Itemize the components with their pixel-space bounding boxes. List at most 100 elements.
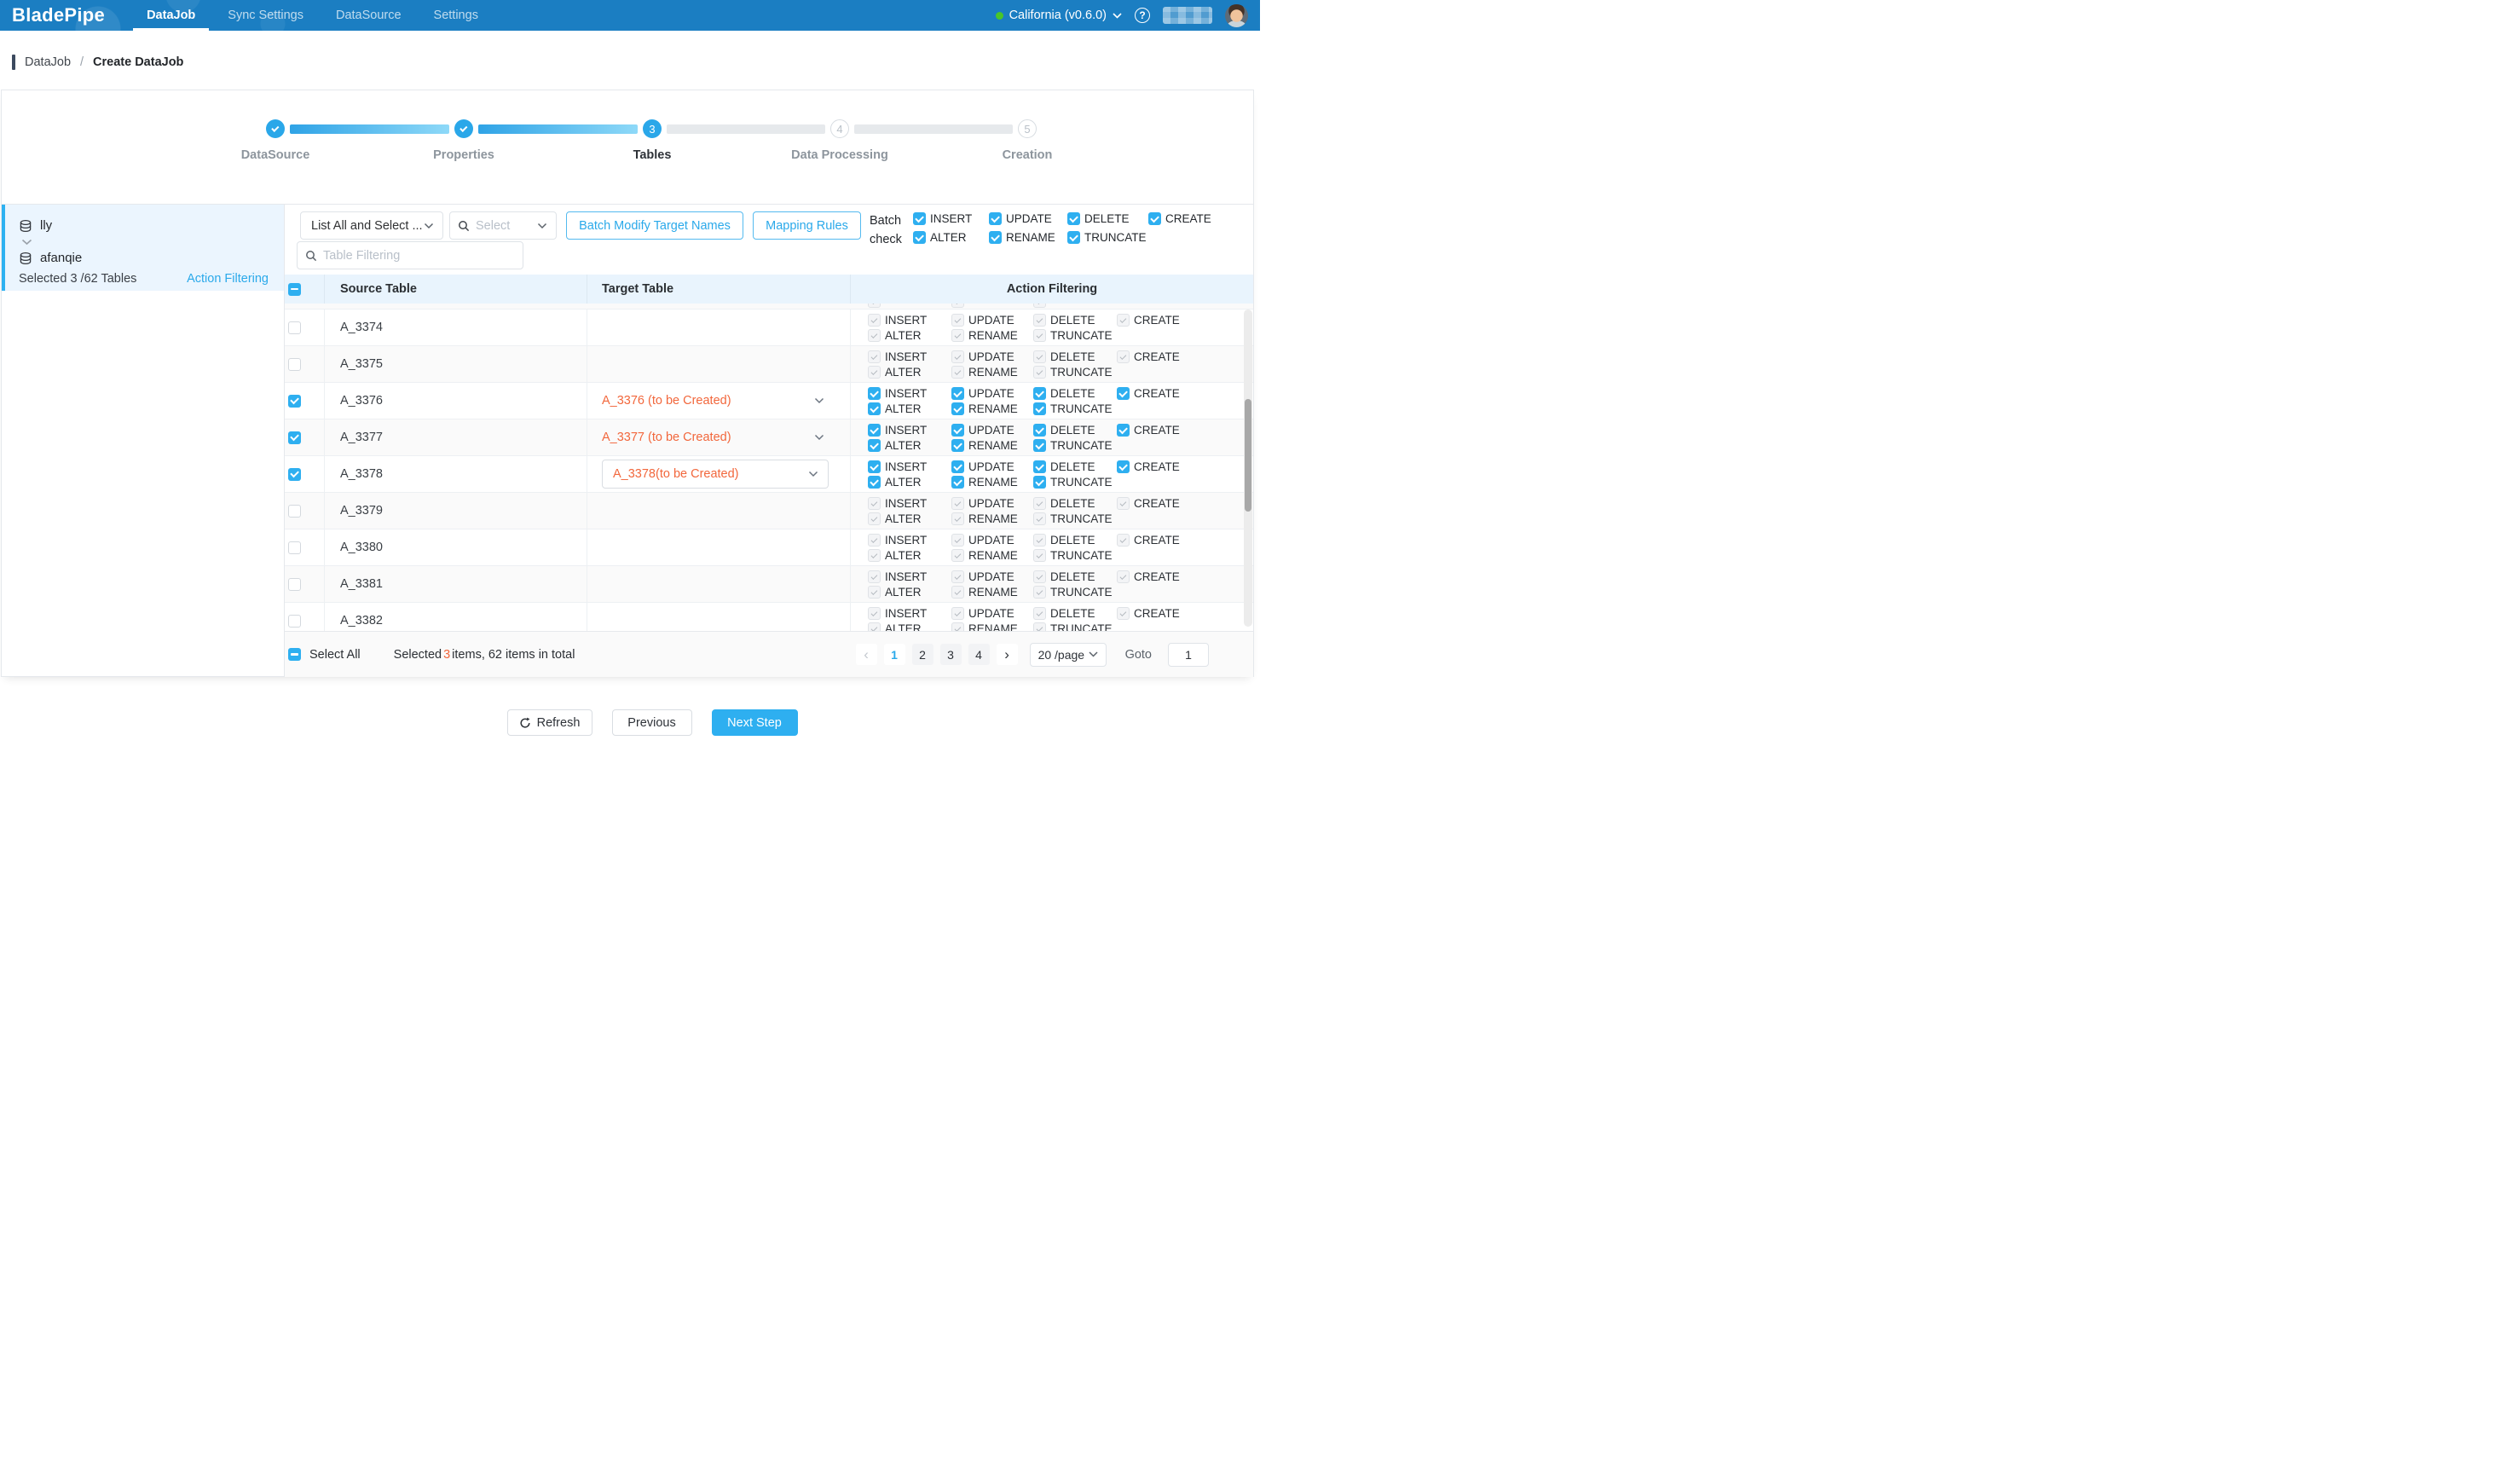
checkbox-checked[interactable] — [989, 212, 1002, 225]
target-table-value[interactable]: A_3376 (to be Created) — [602, 394, 838, 408]
next-step-button[interactable]: Next Step — [712, 709, 798, 736]
next-page-button[interactable]: › — [997, 644, 1018, 665]
row-action-update[interactable]: UPDATE — [951, 387, 1014, 400]
checkbox-unchecked[interactable] — [288, 541, 301, 554]
page-button-2[interactable]: 2 — [912, 644, 933, 665]
checkbox-checked[interactable] — [1148, 212, 1161, 225]
page-button-4[interactable]: 4 — [968, 644, 990, 665]
goto-page-input[interactable] — [1168, 643, 1209, 667]
breadcrumb-parent[interactable]: DataJob — [25, 55, 71, 69]
checkbox-checked[interactable] — [951, 387, 964, 400]
checkbox-checked[interactable] — [1117, 387, 1130, 400]
select-all-footer-checkbox[interactable] — [288, 648, 301, 661]
row-action-delete[interactable]: DELETE — [1033, 387, 1095, 400]
row-action-insert[interactable]: INSERT — [868, 460, 927, 473]
checkbox-checked[interactable] — [868, 460, 881, 473]
checkbox-checked[interactable] — [1033, 424, 1046, 437]
row-action-update[interactable]: UPDATE — [951, 424, 1014, 437]
nav-item-settings[interactable]: Settings — [431, 0, 481, 31]
select-all-header-checkbox[interactable] — [288, 283, 301, 296]
row-action-insert[interactable]: INSERT — [868, 387, 927, 400]
schema-pair-selected[interactable]: lly afanqie — [2, 205, 284, 291]
previous-button[interactable]: Previous — [612, 709, 692, 736]
row-action-rename[interactable]: RENAME — [951, 476, 1018, 489]
list-mode-select[interactable]: List All and Select ... — [300, 211, 443, 240]
row-action-insert[interactable]: INSERT — [868, 424, 927, 437]
row-action-truncate[interactable]: TRUNCATE — [1033, 402, 1113, 415]
checkbox-checked[interactable] — [288, 395, 301, 408]
batch-check-truncate[interactable]: TRUNCATE — [1067, 231, 1147, 244]
prev-page-button[interactable]: ‹ — [856, 644, 877, 665]
checkbox-checked[interactable] — [951, 424, 964, 437]
row-action-delete[interactable]: DELETE — [1033, 424, 1095, 437]
checkbox-checked[interactable] — [951, 476, 964, 489]
checkbox-checked[interactable] — [288, 431, 301, 444]
row-action-rename[interactable]: RENAME — [951, 439, 1018, 452]
checkbox-checked[interactable] — [951, 439, 964, 452]
checkbox-checked[interactable] — [1117, 460, 1130, 473]
checkbox-unchecked[interactable] — [288, 615, 301, 628]
checkbox-checked[interactable] — [913, 231, 926, 244]
brand-logo[interactable]: BladePipe — [12, 4, 105, 26]
table-scrollbar[interactable] — [1244, 309, 1252, 627]
row-action-delete[interactable]: DELETE — [1033, 460, 1095, 473]
batch-check-update[interactable]: UPDATE — [989, 212, 1052, 225]
action-filtering-link[interactable]: Action Filtering — [187, 272, 269, 286]
row-action-truncate[interactable]: TRUNCATE — [1033, 439, 1113, 452]
checkbox-unchecked[interactable] — [288, 505, 301, 518]
row-action-create[interactable]: CREATE — [1117, 387, 1180, 400]
target-table-select[interactable]: A_3378(to be Created) — [602, 460, 829, 489]
batch-check-create[interactable]: CREATE — [1148, 212, 1211, 225]
checkbox-checked[interactable] — [951, 402, 964, 415]
checkbox-checked[interactable] — [868, 387, 881, 400]
checkbox-unchecked[interactable] — [288, 578, 301, 591]
checkbox-unchecked[interactable] — [288, 358, 301, 371]
batch-check-insert[interactable]: INSERT — [913, 212, 972, 225]
row-action-alter[interactable]: ALTER — [868, 476, 922, 489]
checkbox-checked[interactable] — [1033, 439, 1046, 452]
refresh-button[interactable]: Refresh — [507, 709, 592, 736]
page-button-3[interactable]: 3 — [940, 644, 962, 665]
checkbox-checked[interactable] — [868, 439, 881, 452]
nav-item-datajob[interactable]: DataJob — [144, 0, 198, 31]
checkbox-checked[interactable] — [1117, 424, 1130, 437]
page-size-select[interactable]: 20 /page — [1030, 643, 1107, 667]
source-schema-row[interactable]: lly — [19, 216, 269, 235]
help-icon[interactable]: ? — [1135, 8, 1150, 23]
batch-check-alter[interactable]: ALTER — [913, 231, 967, 244]
checkbox-checked[interactable] — [1033, 476, 1046, 489]
checkbox-checked[interactable] — [913, 212, 926, 225]
checkbox-checked[interactable] — [868, 424, 881, 437]
checkbox-checked[interactable] — [1033, 387, 1046, 400]
checkbox-checked[interactable] — [1067, 212, 1080, 225]
row-action-truncate[interactable]: TRUNCATE — [1033, 476, 1113, 489]
checkbox-unchecked[interactable] — [288, 321, 301, 334]
target-table-value[interactable]: A_3377 (to be Created) — [602, 431, 838, 444]
row-action-update[interactable]: UPDATE — [951, 460, 1014, 473]
checkbox-checked[interactable] — [1067, 231, 1080, 244]
checkbox-checked[interactable] — [868, 402, 881, 415]
row-action-create[interactable]: CREATE — [1117, 424, 1180, 437]
mapping-rules-button[interactable]: Mapping Rules — [753, 211, 861, 240]
scrollbar-thumb[interactable] — [1245, 399, 1251, 512]
row-action-alter[interactable]: ALTER — [868, 439, 922, 452]
env-selector[interactable]: California (v0.6.0) — [996, 9, 1122, 22]
checkbox-checked[interactable] — [868, 476, 881, 489]
row-action-create[interactable]: CREATE — [1117, 460, 1180, 473]
batch-modify-target-names-button[interactable]: Batch Modify Target Names — [566, 211, 743, 240]
target-schema-row[interactable]: afanqie — [19, 248, 269, 268]
checkbox-checked[interactable] — [989, 231, 1002, 244]
batch-check-rename[interactable]: RENAME — [989, 231, 1055, 244]
checkbox-checked[interactable] — [288, 468, 301, 481]
nav-item-sync-settings[interactable]: Sync Settings — [225, 0, 306, 31]
row-action-alter[interactable]: ALTER — [868, 402, 922, 415]
page-button-1[interactable]: 1 — [884, 644, 905, 665]
batch-check-delete[interactable]: DELETE — [1067, 212, 1130, 225]
avatar[interactable] — [1225, 4, 1248, 27]
checkbox-checked[interactable] — [1033, 460, 1046, 473]
schema-select[interactable]: Select — [449, 211, 557, 240]
nav-item-datasource[interactable]: DataSource — [333, 0, 404, 31]
checkbox-checked[interactable] — [951, 460, 964, 473]
table-filter-input[interactable] — [323, 249, 515, 263]
row-action-rename[interactable]: RENAME — [951, 402, 1018, 415]
